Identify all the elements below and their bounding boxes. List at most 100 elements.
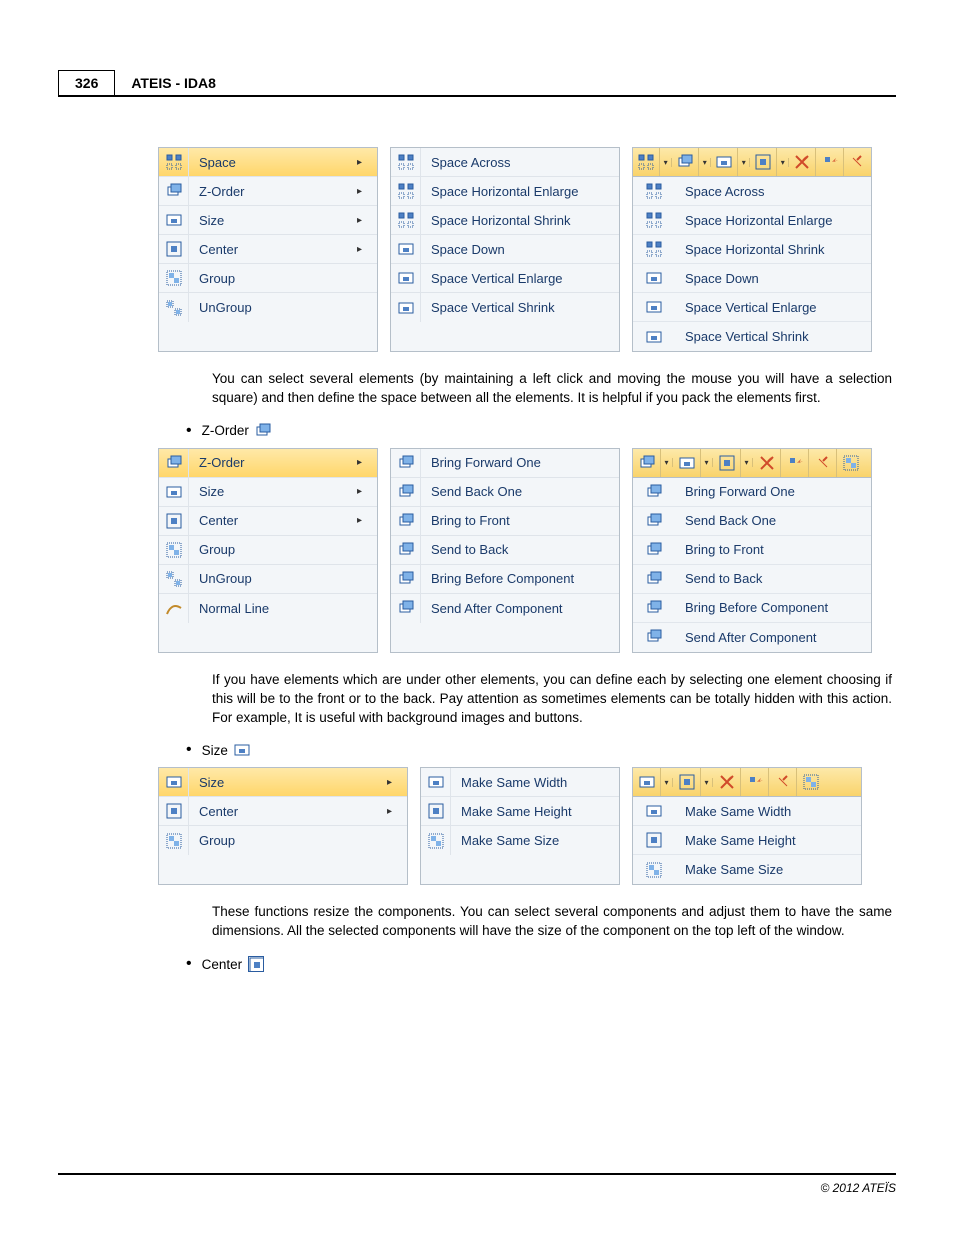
menu-label: Send Back One <box>421 484 619 499</box>
dropdown-arrow-icon[interactable]: ▾ <box>660 158 672 167</box>
dropdown-arrow-icon[interactable]: ▾ <box>699 158 711 167</box>
toolbar-space: ▾ ▾ ▾ ▾ <box>632 147 872 177</box>
menu-item-ungroup[interactable]: UnGroup <box>159 565 377 594</box>
panel-item[interactable]: Make Same Size <box>633 855 861 884</box>
toolbar-select-red-button[interactable] <box>753 449 781 477</box>
panel-item[interactable]: Bring Before Component <box>633 594 871 623</box>
header-title: ATEIS - IDA8 <box>115 71 896 95</box>
menu-item-size[interactable]: Size▸ <box>159 478 377 507</box>
toolbar-space-button[interactable] <box>633 148 660 176</box>
menu-label: Space Horizontal Shrink <box>421 213 619 228</box>
panel-item[interactable]: Make Same Height <box>633 826 861 855</box>
menu-item-space[interactable]: Space ▸ <box>159 148 377 177</box>
menu-item-zorder[interactable]: Z-Order ▸ <box>159 177 377 206</box>
panel-item[interactable]: Send Back One <box>633 507 871 536</box>
group-icon <box>159 826 189 855</box>
dropdown-arrow-icon[interactable]: ▾ <box>701 458 713 467</box>
panel-item[interactable]: Send to Back <box>633 565 871 594</box>
toolbar-center-button[interactable] <box>750 148 777 176</box>
menu-item-zorder[interactable]: Z-Order▸ <box>159 449 377 478</box>
dropdown-arrow-icon[interactable]: ▾ <box>661 778 673 787</box>
panel-item[interactable]: Bring to Front <box>633 536 871 565</box>
menu-item[interactable]: Space Horizontal Enlarge <box>391 177 619 206</box>
toolbar-select-red-button[interactable] <box>713 768 741 796</box>
menu-item[interactable]: Bring to Front <box>391 507 619 536</box>
size-icon <box>159 768 189 796</box>
menu-item-ungroup[interactable]: UnGroup <box>159 293 377 322</box>
dropdown-arrow-icon[interactable]: ▾ <box>777 158 789 167</box>
toolbar-center-button[interactable] <box>673 768 701 796</box>
menu-item-center[interactable]: Center ▸ <box>159 235 377 264</box>
menu-item[interactable]: Send After Component <box>391 594 619 623</box>
paragraph-size: These functions resize the components. Y… <box>212 903 892 941</box>
send-to-back-icon <box>633 565 675 593</box>
menu-item[interactable]: Space Across <box>391 148 619 177</box>
page-footer: © 2012 ATEÏS <box>58 1173 896 1195</box>
menu-label: Z-Order <box>189 455 357 470</box>
menu-label: Z-Order <box>189 184 357 199</box>
panel-item[interactable]: Space Down <box>633 264 871 293</box>
toolbar-size-button[interactable] <box>673 449 701 477</box>
menu-item[interactable]: Space Vertical Enlarge <box>391 264 619 293</box>
toolbar-size-button[interactable] <box>711 148 738 176</box>
menu-item[interactable]: Make Same Height <box>421 797 619 826</box>
menu-item[interactable]: Send Back One <box>391 478 619 507</box>
dropdown-arrow-icon[interactable]: ▾ <box>661 458 673 467</box>
zorder-icon <box>255 423 271 439</box>
panel-item[interactable]: Space Horizontal Enlarge <box>633 206 871 235</box>
toolbar-center-button[interactable] <box>713 449 741 477</box>
dropdown-arrow-icon[interactable]: ▾ <box>738 158 750 167</box>
menu-item[interactable]: Space Down <box>391 235 619 264</box>
toolbar-select-blue-button[interactable] <box>781 449 809 477</box>
menu-item-group[interactable]: Group <box>159 826 407 855</box>
panel-label: Space Vertical Shrink <box>675 329 871 344</box>
menu-label: Send After Component <box>421 601 619 616</box>
menu-item-center[interactable]: Center▸ <box>159 797 407 826</box>
center-icon <box>159 797 189 825</box>
toolbar-select-small-button[interactable] <box>769 768 797 796</box>
panel-item[interactable]: Space Vertical Enlarge <box>633 293 871 322</box>
toolbar-select-small-button[interactable] <box>844 148 871 176</box>
menu-item-size[interactable]: Size ▸ <box>159 206 377 235</box>
toolbar-select-blue-button[interactable] <box>816 148 843 176</box>
bring-front-icon <box>633 536 675 564</box>
same-size-icon <box>633 855 675 884</box>
panel-item[interactable]: Send After Component <box>633 623 871 652</box>
toolbar-select-blue-button[interactable] <box>741 768 769 796</box>
menu-item-group[interactable]: Group <box>159 264 377 293</box>
panel-item[interactable]: Space Across <box>633 177 871 206</box>
toolbar-select-red-button[interactable] <box>789 148 816 176</box>
panel-item[interactable]: Space Vertical Shrink <box>633 322 871 351</box>
menu-item[interactable]: Space Vertical Shrink <box>391 293 619 322</box>
menu-item-center[interactable]: Center▸ <box>159 507 377 536</box>
menu-item[interactable]: Bring Forward One <box>391 449 619 478</box>
panel-item[interactable]: Bring Forward One <box>633 478 871 507</box>
toolbar-select-small-button[interactable] <box>809 449 837 477</box>
menu-item[interactable]: Make Same Size <box>421 826 619 855</box>
menu-item-group[interactable]: Group <box>159 536 377 565</box>
dropdown-arrow-icon[interactable]: ▾ <box>741 458 753 467</box>
toolbar-size-button[interactable] <box>633 768 661 796</box>
bullet-label: Center <box>202 957 243 972</box>
panel-item[interactable]: Make Same Width <box>633 797 861 826</box>
panel-item[interactable]: Space Horizontal Shrink <box>633 235 871 264</box>
bring-front-icon <box>391 507 421 535</box>
space-across-icon <box>391 148 421 176</box>
menu-label: Size <box>189 484 357 499</box>
menu-item[interactable]: Send to Back <box>391 536 619 565</box>
toolbar-zorder-button[interactable] <box>633 449 661 477</box>
send-after-icon <box>391 594 421 623</box>
menu-item[interactable]: Make Same Width <box>421 768 619 797</box>
dropdown-arrow-icon[interactable]: ▾ <box>701 778 713 787</box>
toolbar-group-button[interactable] <box>797 768 825 796</box>
toolbar-group-button[interactable] <box>837 449 865 477</box>
menu-label: Space Vertical Shrink <box>421 300 619 315</box>
menu-item[interactable]: Space Horizontal Shrink <box>391 206 619 235</box>
menu-item-size[interactable]: Size▸ <box>159 768 407 797</box>
zorder-icon <box>159 449 189 477</box>
menu-item[interactable]: Bring Before Component <box>391 565 619 594</box>
menu-item-normal-line[interactable]: Normal Line <box>159 594 377 623</box>
toolbar-zorder-button[interactable] <box>672 148 699 176</box>
panel-label: Bring to Front <box>675 542 871 557</box>
panel-label: Send Back One <box>675 513 871 528</box>
